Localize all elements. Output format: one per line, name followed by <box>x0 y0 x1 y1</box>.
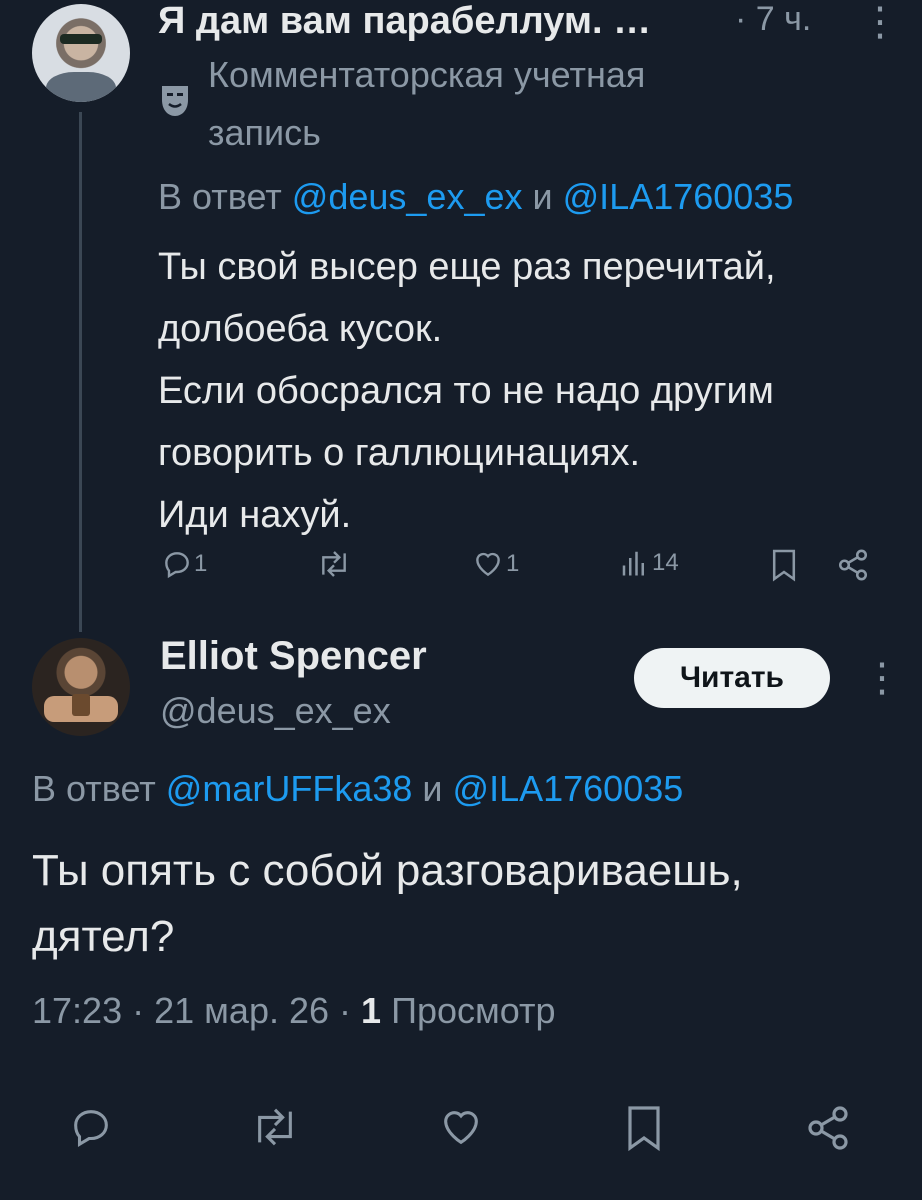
mention-link[interactable]: @ILA1760035 <box>453 768 684 809</box>
tweet-date[interactable]: 21 мар. 26 <box>154 990 329 1031</box>
avatar-cup <box>72 694 90 716</box>
tweet-views-count: 1 <box>361 990 382 1031</box>
tweet-text-line: дятел? <box>32 912 175 961</box>
retweet-button[interactable] <box>316 548 352 580</box>
reply-text-line: Если обосрался то не надо другим <box>158 370 774 412</box>
heart-icon <box>476 552 500 577</box>
more-vertical-icon[interactable]: ⋮ <box>860 2 900 42</box>
reply-text-line: Иди нахуй. <box>158 494 352 536</box>
avatar[interactable] <box>32 638 130 736</box>
tweet-views-label: Просмотр <box>391 990 556 1031</box>
like-button[interactable] <box>436 1104 486 1150</box>
mention-link[interactable]: @ILA1760035 <box>563 176 794 217</box>
reply-timestamp[interactable]: · 7 ч. <box>735 0 811 39</box>
thread-connector-line <box>79 112 82 632</box>
mention-link[interactable]: @deus_ex_ex <box>292 176 523 217</box>
bookmark-icon <box>772 549 796 582</box>
tweet-text: Ты опять с собой разговариваешь, дятел? <box>32 838 892 970</box>
avatar[interactable] <box>32 4 130 102</box>
replying-to-prefix: В ответ <box>32 768 156 809</box>
views-button[interactable]: 14 <box>620 548 679 578</box>
follow-button[interactable]: Читать <box>634 648 830 708</box>
avatar-sunglasses <box>60 34 102 44</box>
tweet-time[interactable]: 17:23 <box>32 990 122 1031</box>
analytics-icon <box>622 551 644 576</box>
bookmark-button[interactable] <box>770 548 798 582</box>
tweet-author-name[interactable]: Elliot Spencer <box>160 634 427 679</box>
more-vertical-icon[interactable]: ⋮ <box>862 658 902 698</box>
separator: · <box>132 990 145 1031</box>
replying-to-prefix: В ответ <box>158 176 282 217</box>
views-count: 14 <box>652 549 679 576</box>
replying-to-and: и <box>532 176 553 217</box>
replying-to: В ответ @marUFFka38 и @ILA1760035 <box>32 768 683 810</box>
mask-icon <box>162 86 188 116</box>
share-button[interactable] <box>836 548 870 582</box>
reply-text-line: Ты свой высер еще раз перечитай, <box>158 246 776 288</box>
like-button[interactable]: 1 <box>470 548 519 580</box>
share-icon <box>838 549 868 581</box>
replying-to-and: и <box>422 768 443 809</box>
replying-to: В ответ @deus_ex_ex и @ILA1760035 <box>158 176 793 218</box>
tweet-meta: 17:23 · 21 мар. 26 · 1 Просмотр <box>32 990 556 1032</box>
reply-text-line: говорить о галлюцинациях. <box>158 432 641 474</box>
share-button[interactable] <box>804 1104 852 1152</box>
reply-text-line: долбоеба кусок. <box>158 308 443 350</box>
tweet-text-line: Ты опять с собой разговариваешь, <box>32 846 743 895</box>
mention-link[interactable]: @marUFFka38 <box>166 768 413 809</box>
avatar-shirt <box>46 72 116 102</box>
reply-icon <box>165 552 189 579</box>
share-icon <box>808 1106 848 1150</box>
retweet-icon <box>322 551 346 577</box>
retweet-icon <box>258 1108 292 1146</box>
reply-icon <box>74 1110 108 1147</box>
bookmark-button[interactable] <box>624 1104 664 1152</box>
tweet-author-handle[interactable]: @deus_ex_ex <box>160 690 391 732</box>
bookmark-icon <box>628 1106 660 1152</box>
commentator-account-label: Комментаторская учетная <box>208 54 646 95</box>
retweet-button[interactable] <box>248 1104 302 1150</box>
reply-button[interactable]: 1 <box>160 548 207 580</box>
reply-button[interactable] <box>66 1104 116 1150</box>
reply-count: 1 <box>194 550 208 577</box>
separator: · <box>339 990 352 1031</box>
commentator-account-label-cont: запись <box>208 112 321 153</box>
reply-author-name[interactable]: Я дам вам парабеллум. … <box>158 0 651 43</box>
like-count: 1 <box>506 550 520 577</box>
reply-text: Ты свой высер еще раз перечитай, долбоеб… <box>158 236 898 546</box>
heart-icon <box>444 1111 478 1145</box>
